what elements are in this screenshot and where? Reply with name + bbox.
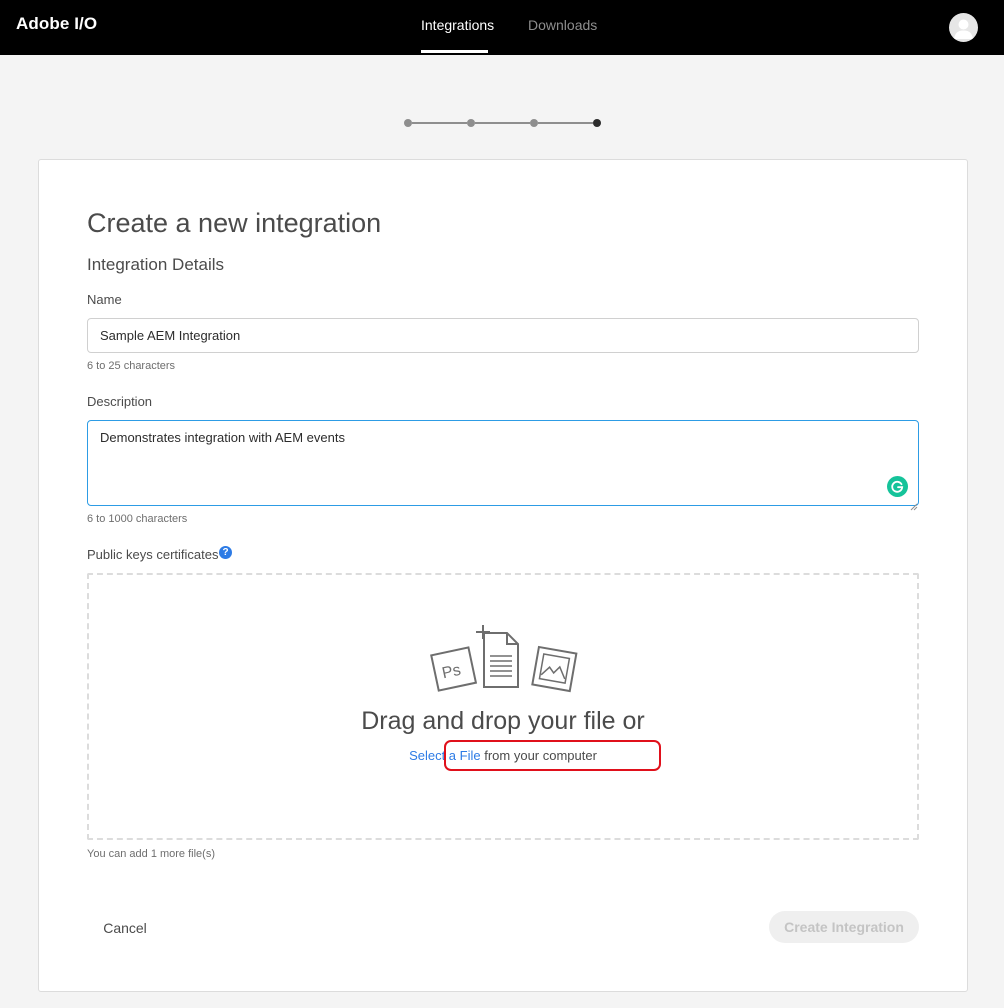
section-title: Integration Details	[87, 255, 225, 274]
name-hint: 6 to 25 characters	[87, 360, 176, 372]
top-navigation-bar: Adobe I/O Integrations Downloads	[0, 0, 1004, 55]
file-dropzone[interactable]: Ps Drag and drop your file or Select a F…	[87, 573, 919, 840]
file-upload-illustration-icon: Ps	[430, 625, 578, 693]
help-icon[interactable]: ?	[219, 546, 232, 559]
step-2-dot	[467, 119, 475, 127]
step-1-dot	[404, 119, 412, 127]
cancel-button[interactable]: Cancel	[87, 912, 163, 944]
step-connector	[475, 122, 530, 124]
progress-stepper	[404, 118, 602, 128]
description-hint: 6 to 1000 characters	[87, 513, 188, 525]
name-input[interactable]	[87, 318, 919, 353]
step-3-dot	[530, 119, 538, 127]
description-textarea[interactable]: Demonstrates integration with AEM events	[87, 420, 919, 506]
integration-form-card: Create a new integration Integration Det…	[38, 159, 968, 992]
user-avatar-icon[interactable]	[949, 13, 978, 42]
file-limit-hint: You can add 1 more file(s)	[87, 848, 215, 860]
name-label: Name	[87, 292, 122, 307]
page-title: Create a new integration	[87, 208, 382, 238]
tab-integrations[interactable]: Integrations	[421, 17, 494, 33]
textarea-resize-handle[interactable]	[910, 498, 918, 511]
grammarly-icon[interactable]	[887, 476, 908, 497]
step-4-dot-current	[593, 119, 601, 127]
tab-downloads[interactable]: Downloads	[528, 17, 597, 33]
brand-logo[interactable]: Adobe I/O	[16, 14, 97, 34]
step-connector	[538, 122, 593, 124]
dropzone-title: Drag and drop your file or	[361, 707, 645, 735]
description-label: Description	[87, 394, 153, 409]
public-keys-label: Public keys certificates	[87, 547, 219, 562]
step-connector	[412, 122, 467, 124]
create-integration-button[interactable]: Create Integration	[769, 911, 919, 943]
active-tab-underline	[421, 50, 488, 53]
highlight-annotation-box	[444, 740, 661, 771]
